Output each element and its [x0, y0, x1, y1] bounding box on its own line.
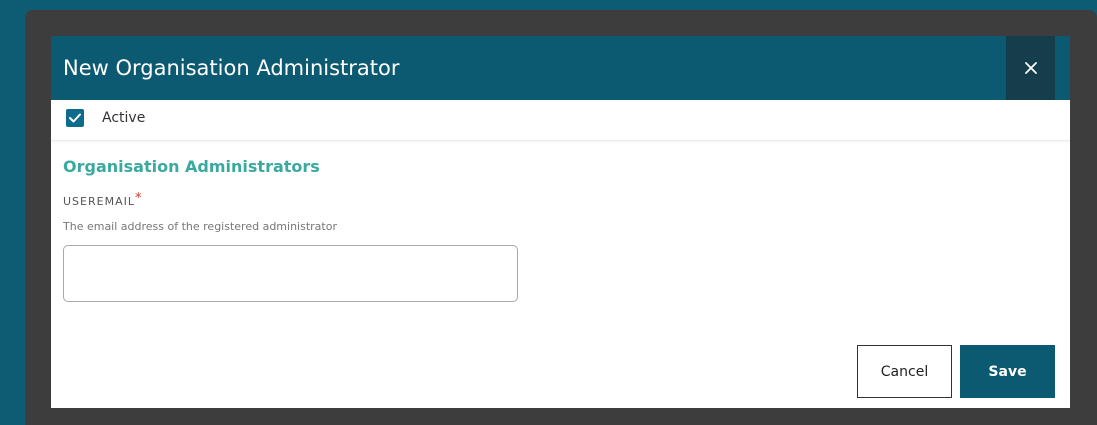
dialog-header: New Organisation Administrator [51, 36, 1070, 100]
cancel-button[interactable]: Cancel [857, 345, 952, 398]
new-admin-dialog: New Organisation Administrator Active Or… [51, 36, 1070, 408]
useremail-input[interactable] [63, 245, 518, 302]
required-marker: * [134, 191, 142, 206]
useremail-label: USEREMAIL* [63, 192, 141, 209]
checkmark-icon [69, 113, 81, 123]
save-button[interactable]: Save [960, 345, 1055, 398]
useremail-help: The email address of the registered admi… [63, 220, 337, 233]
active-row: Active [51, 100, 1070, 141]
dialog-title: New Organisation Administrator [63, 56, 400, 80]
close-icon [1024, 62, 1037, 74]
active-label: Active [102, 110, 146, 126]
section-title: Organisation Administrators [63, 157, 320, 176]
close-button[interactable] [1006, 36, 1055, 100]
active-checkbox[interactable] [66, 109, 84, 127]
useremail-label-text: USEREMAIL [63, 195, 135, 208]
